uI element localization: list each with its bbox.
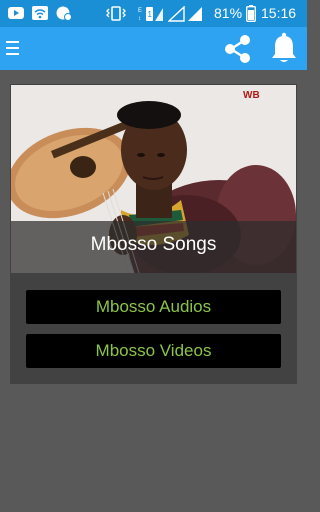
audios-button[interactable]: Mbosso Audios (26, 290, 281, 324)
sim2-signal-icon (168, 6, 185, 22)
vibrate-icon (106, 6, 126, 21)
chat-icon (56, 6, 72, 21)
youtube-icon (8, 7, 24, 19)
svg-text:1: 1 (148, 10, 153, 19)
hero-title: Mbosso Songs (90, 234, 217, 255)
hero-image: WB Mbosso Songs (11, 85, 296, 273)
wifi-icon (32, 6, 48, 20)
clock: 15:16 (261, 5, 297, 21)
battery-icon (246, 5, 256, 22)
sim1-signal-icon: E ↕ 1 (138, 7, 163, 22)
app-bar (0, 27, 307, 70)
sim2-signal-icon (188, 7, 202, 21)
bell-icon[interactable] (270, 31, 298, 65)
videos-button[interactable]: Mbosso Videos (26, 334, 281, 368)
menu-icon[interactable] (6, 41, 20, 57)
battery-percent: 81% (214, 5, 243, 21)
svg-text:WB: WB (243, 90, 260, 101)
hero-caption: Mbosso Songs (11, 221, 296, 273)
share-icon[interactable] (222, 33, 254, 65)
status-bar: E ↕ 1 81% 15:16 (0, 0, 307, 27)
svg-text:E: E (138, 8, 142, 14)
svg-text:↕: ↕ (138, 16, 141, 22)
artist-card: WB Mbosso Songs Mbosso Audios Mbosso Vid… (10, 84, 297, 384)
